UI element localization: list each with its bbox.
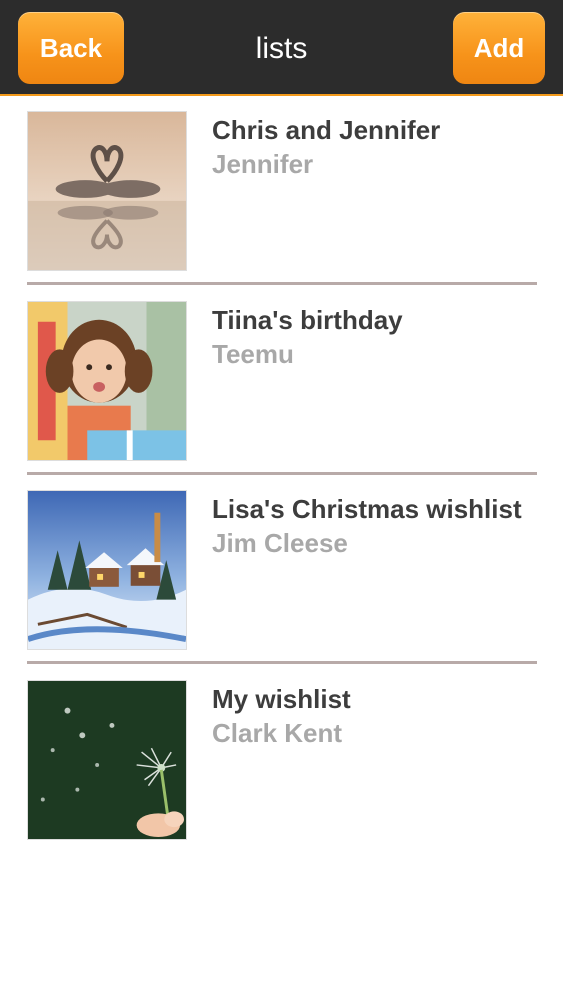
list-title: Chris and Jennifer Jennifer: [212, 113, 532, 180]
list-owner: Teemu: [212, 339, 294, 369]
list-name: Lisa's Christmas wishlist: [212, 494, 522, 524]
top-bar: Back lists Add: [0, 0, 563, 96]
list-title: My wishlist Clark Kent: [212, 682, 532, 749]
divider: [27, 282, 537, 285]
list-owner: Jim Cleese: [212, 528, 348, 558]
list-item[interactable]: Chris and Jennifer Jennifer: [27, 111, 537, 271]
list-name: My wishlist: [212, 684, 351, 714]
list-name: Chris and Jennifer: [212, 115, 441, 145]
list-item[interactable]: My wishlist Clark Kent: [27, 680, 537, 840]
list-title: Tiina's birthday Teemu: [212, 303, 532, 370]
list-item[interactable]: Tiina's birthday Teemu: [27, 301, 537, 461]
girl-birthday-image: [27, 301, 187, 461]
dandelion-image: [27, 680, 187, 840]
divider: [27, 661, 537, 664]
swans-heart-image: [27, 111, 187, 271]
divider: [27, 472, 537, 475]
list-owner: Clark Kent: [212, 718, 343, 748]
add-button[interactable]: Add: [453, 12, 545, 84]
list-item[interactable]: Lisa's Christmas wishlist Jim Cleese: [27, 490, 537, 650]
list-name: Tiina's birthday: [212, 305, 403, 335]
list-owner: Jennifer: [212, 149, 314, 179]
winter-village-image: [27, 490, 187, 650]
list-title: Lisa's Christmas wishlist Jim Cleese: [212, 492, 532, 559]
